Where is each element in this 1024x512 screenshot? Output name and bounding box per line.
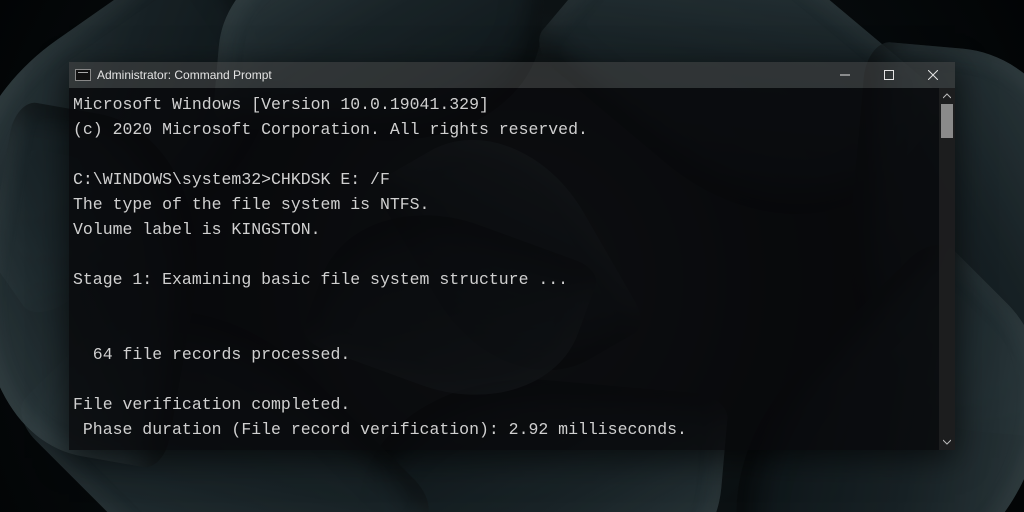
scroll-thumb[interactable]	[941, 104, 953, 138]
console-output[interactable]: Microsoft Windows [Version 10.0.19041.32…	[69, 88, 939, 450]
scroll-down-button[interactable]	[939, 434, 955, 450]
window-title: Administrator: Command Prompt	[97, 68, 272, 82]
chevron-down-icon	[943, 438, 951, 446]
minimize-button[interactable]	[823, 62, 867, 88]
scroll-up-button[interactable]	[939, 88, 955, 104]
command-prompt-window: Administrator: Command Prompt Microsoft …	[69, 62, 955, 450]
close-icon	[928, 70, 938, 80]
cmd-icon	[75, 69, 91, 81]
minimize-icon	[840, 70, 850, 80]
maximize-icon	[884, 70, 894, 80]
vertical-scrollbar[interactable]	[939, 88, 955, 450]
titlebar[interactable]: Administrator: Command Prompt	[69, 62, 955, 88]
console-area: Microsoft Windows [Version 10.0.19041.32…	[69, 88, 955, 450]
close-button[interactable]	[911, 62, 955, 88]
maximize-button[interactable]	[867, 62, 911, 88]
chevron-up-icon	[943, 92, 951, 100]
desktop-wallpaper: Administrator: Command Prompt Microsoft …	[0, 0, 1024, 512]
